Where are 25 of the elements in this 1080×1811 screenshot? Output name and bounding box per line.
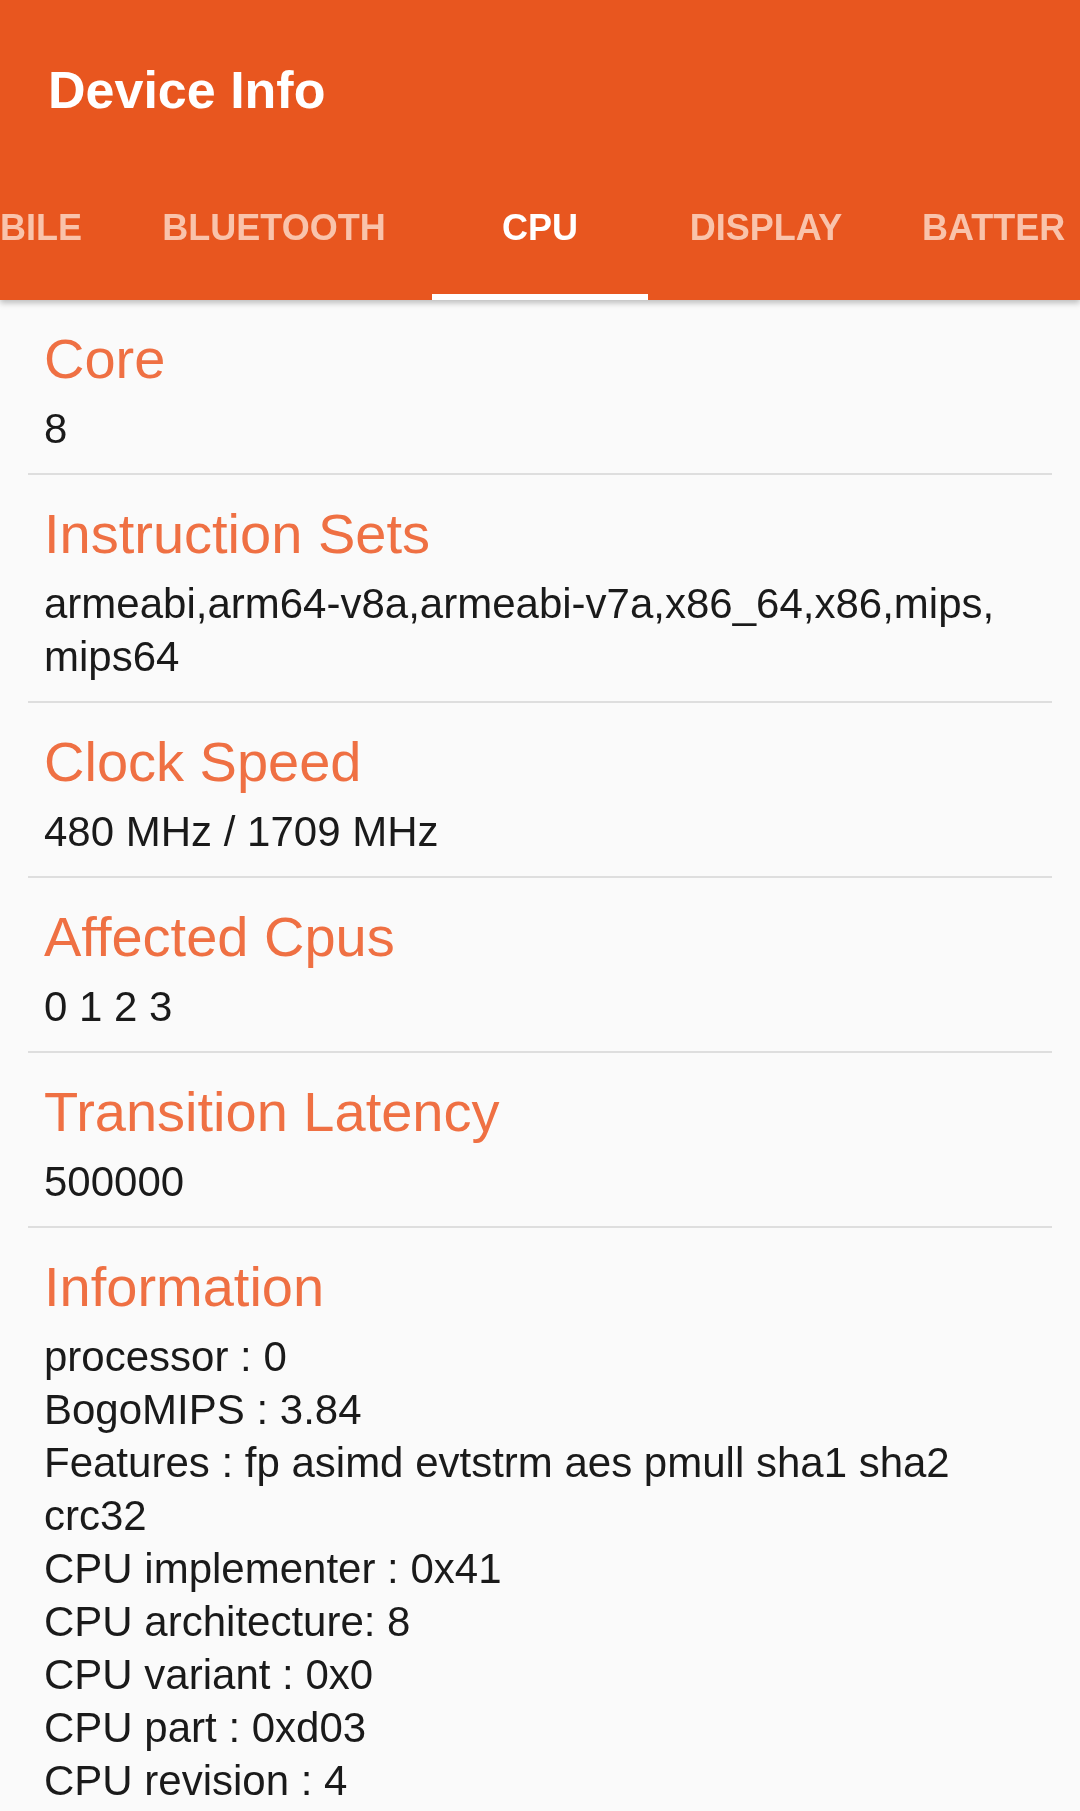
tab[interactable]: BLUETOOTH (116, 180, 432, 300)
info-line: processor : 0 (44, 1332, 288, 1382)
info-line: CPU implementer : 0x41 (44, 1544, 503, 1594)
tab[interactable]: DISPLAY (648, 180, 884, 300)
section-value: 0 1 2 3 (44, 982, 174, 1032)
tab[interactable]: CPU (432, 180, 648, 300)
info-line: CPU revision : 4 (44, 1756, 349, 1806)
section-heading: Core (44, 326, 167, 392)
app-title: Device Info (48, 64, 326, 116)
section-heading: Instruction Sets (44, 501, 431, 567)
section-value: 8 (44, 404, 69, 454)
section-value: 480 MHz / 1709 MHz (44, 807, 440, 857)
section-heading: Affected Cpus (44, 904, 396, 970)
info-line: CPU variant : 0x0 (44, 1650, 375, 1700)
info-line: CPU architecture: 8 (44, 1597, 412, 1647)
info-line: Features : fp asimd evtstrm aes pmull sha1 sha2 crc32 (44, 1438, 951, 1541)
section-heading: Clock Speed (44, 729, 363, 795)
tab[interactable]: BATTER (884, 180, 1080, 300)
section-heading: Information (44, 1254, 326, 1320)
info-line: CPU part : 0xd03 (44, 1703, 368, 1753)
section-value: 500000 (44, 1157, 186, 1207)
section-heading: Transition Latency (44, 1079, 501, 1145)
info-line: BogoMIPS : 3.84 (44, 1385, 363, 1435)
tab[interactable]: BILE (0, 180, 116, 300)
section-value: armeabi,arm64-v8a,armeabi-v7a,x86_64,x86,mips,mips64 (44, 579, 996, 682)
